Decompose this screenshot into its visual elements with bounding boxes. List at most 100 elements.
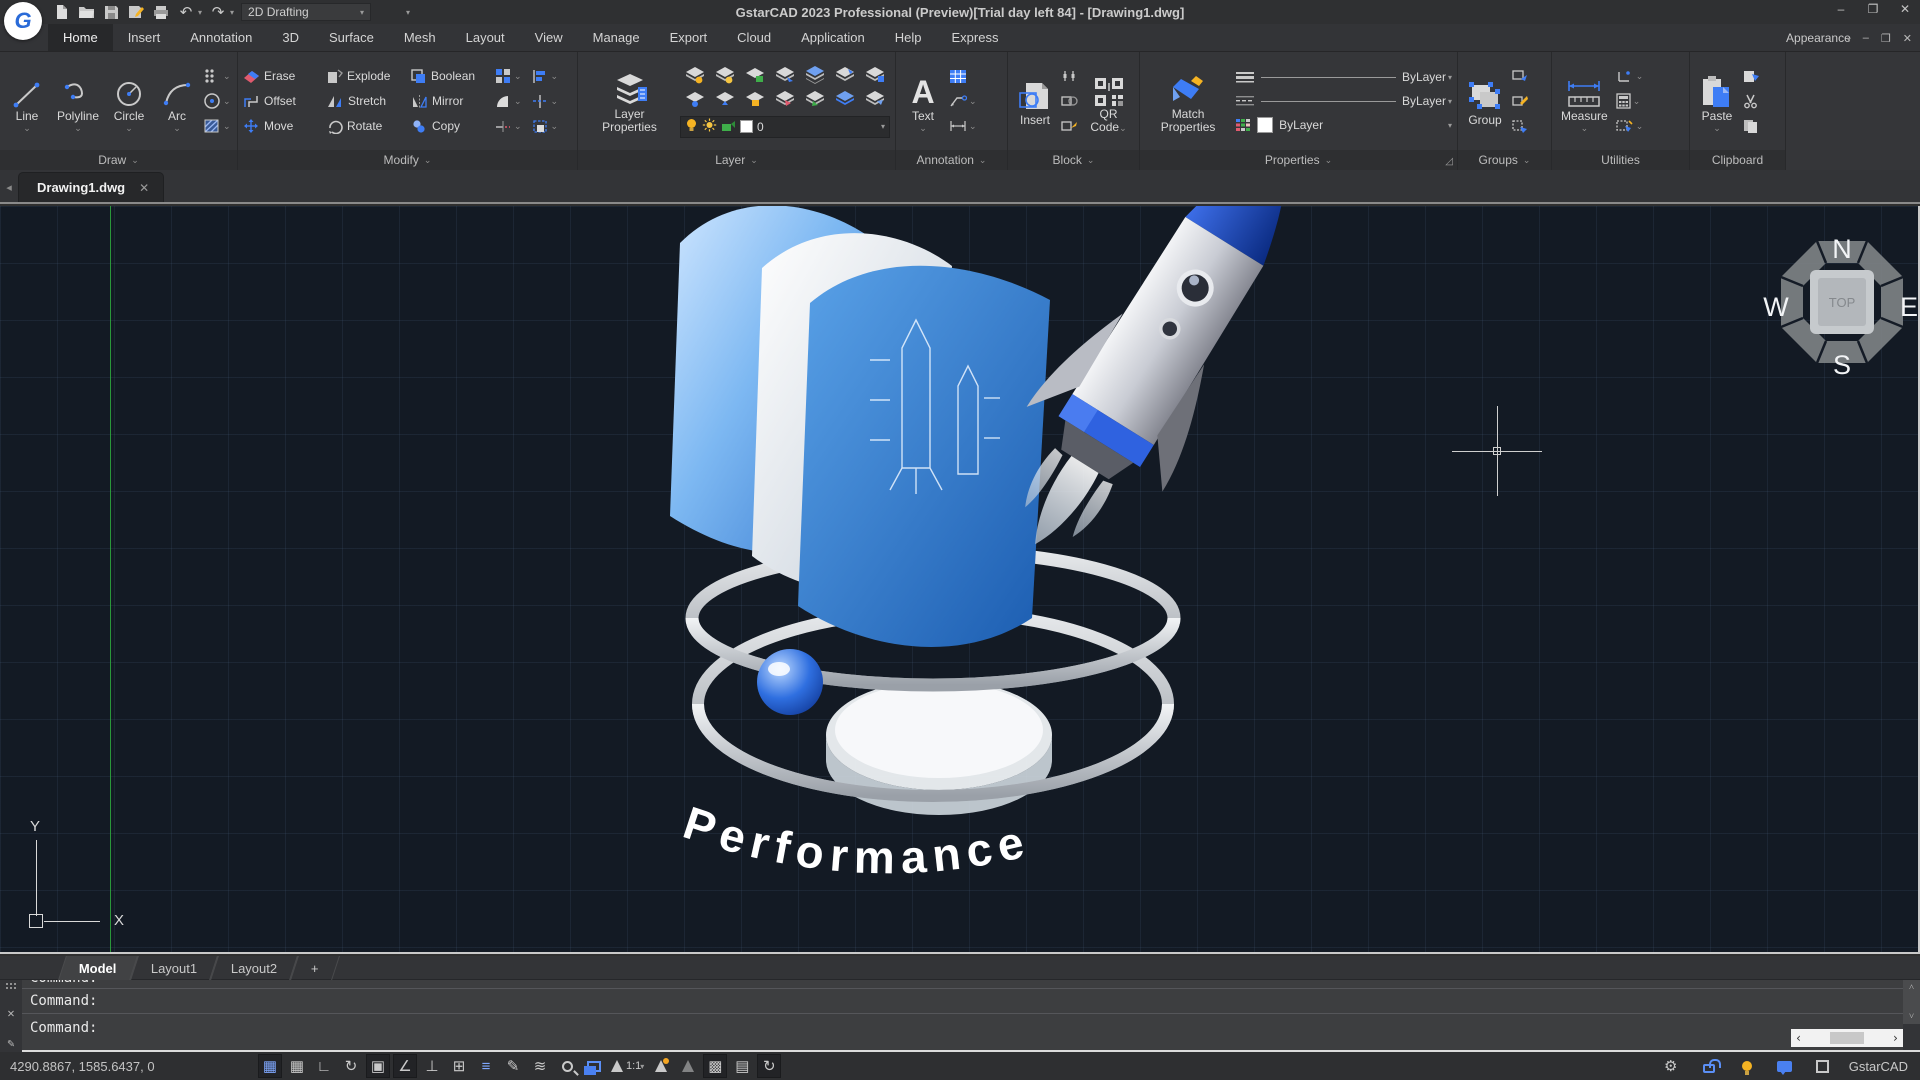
arc-button[interactable]: Arc ⌄ [155,57,199,145]
panel-label-utilities[interactable]: Utilities [1552,150,1689,170]
grid-toggle[interactable]: ▦ [285,1054,309,1078]
panel-label-layer[interactable]: Layer ⌄ [578,150,895,170]
command-grip-handle[interactable] [5,982,17,990]
ortho-toggle[interactable]: ∟ [312,1054,336,1078]
tab-home[interactable]: Home [48,24,113,51]
panel-label-modify[interactable]: Modify ⌄ [238,150,577,170]
layer-thaw-icon[interactable] [713,89,737,112]
layer-merge-icon[interactable] [833,89,857,112]
id-point-button[interactable]: ⌄ [1616,66,1643,86]
tab-cloud[interactable]: Cloud [722,24,786,51]
layer-dropdown-icon[interactable]: ▾ [881,122,885,131]
object-snap-tracking-toggle[interactable]: ∠ [393,1054,417,1078]
tab-express[interactable]: Express [937,24,1014,51]
layer-isolate-icon[interactable] [803,65,827,88]
scroll-up-icon[interactable]: ˄ [1909,982,1914,993]
layer-copy-icon[interactable] [833,65,857,88]
line-button[interactable]: Line ⌄ [5,57,49,145]
properties-palette-toggle[interactable]: ▤ [730,1054,754,1078]
tab-close-icon[interactable]: ✕ [139,181,149,195]
attribute-define-button[interactable] [1061,66,1079,86]
paste-button[interactable]: Paste ⌄ [1695,57,1739,145]
layer-on-icon[interactable] [683,89,707,112]
lineweight-toggle[interactable]: ≡ [474,1054,498,1078]
qat-customize-icon[interactable]: ▾ [406,8,410,17]
group-edit-button[interactable] [1511,91,1529,111]
boolean-button[interactable]: Boolean [411,65,485,87]
rotate-button[interactable]: Rotate [327,115,401,137]
lineweight-select[interactable]: ByLayer ▾ [1235,67,1452,87]
layer-freeze-icon[interactable] [713,65,737,88]
scroll-down-icon[interactable]: ˅ [1909,1011,1914,1022]
tab-layout2[interactable]: Layout2 [209,955,298,980]
tab-help[interactable]: Help [880,24,937,51]
align-tool-button[interactable]: ⌄ [532,66,558,86]
dynamic-input-toggle[interactable]: ⊞ [447,1054,471,1078]
layer-properties-button[interactable]: Layer Properties [583,57,676,145]
array-tool-button[interactable]: ⌄ [495,66,522,86]
tab-annotation[interactable]: Annotation [175,24,267,51]
linetype-select[interactable]: ByLayer ▾ [1235,91,1452,111]
explode-button[interactable]: Explode [327,65,401,87]
quick-select-button[interactable]: ⌄ [1616,116,1643,136]
annotation-visibility-toggle[interactable] [649,1054,673,1078]
tab-surface[interactable]: Surface [314,24,389,51]
close-button[interactable]: ✕ [1896,2,1914,16]
scroll-right-icon[interactable]: › [1892,1031,1899,1045]
text-button[interactable]: A Text ⌄ [901,57,945,145]
panel-label-properties[interactable]: Properties ⌄ ◿ [1140,150,1457,170]
layer-prev-icon[interactable] [803,89,827,112]
dimension-tool-button[interactable]: ⌄ [949,116,977,136]
block-edit-button[interactable] [1061,91,1079,111]
break-tool-button[interactable]: ⌄ [532,91,558,111]
color-select[interactable]: ByLayer ▾ [1235,115,1452,135]
stretch-button[interactable]: Stretch [327,90,401,112]
annotation-scale-select[interactable]: 1:1 ▾ [609,1054,646,1078]
tab-view[interactable]: View [520,24,578,51]
open-file-icon[interactable] [77,3,95,21]
tab-layout[interactable]: Layout [451,24,520,51]
doc-close-button[interactable]: ✕ [1903,32,1912,45]
settings-gear-icon[interactable]: ⚙ [1659,1054,1683,1078]
view-cube-north[interactable]: N [1832,234,1852,264]
tab-3d[interactable]: 3D [267,24,314,51]
viewport-toggle[interactable] [582,1054,606,1078]
match-properties-button[interactable]: Match Properties [1145,57,1231,145]
layer-current-icon[interactable] [863,65,887,88]
tab-insert[interactable]: Insert [113,24,176,51]
command-vertical-scrollbar[interactable]: ˄ ˅ [1903,980,1920,1024]
quick-properties-toggle[interactable]: ✎ [501,1054,525,1078]
tab-application[interactable]: Application [786,24,880,51]
isolate-objects-toggle[interactable]: ≋ [528,1054,552,1078]
trim-tool-button[interactable]: ⌄ [495,116,522,136]
layer-walk-icon[interactable] [773,65,797,88]
layer-match-icon[interactable] [773,89,797,112]
object-snap-toggle[interactable]: ▣ [366,1054,390,1078]
command-close-icon[interactable]: ✕ [7,1006,14,1020]
document-tab-drawing1[interactable]: Drawing1.dwg ✕ [18,172,165,202]
save-as-icon[interactable] [127,3,145,21]
sync-toggle[interactable]: ↻ [757,1054,782,1078]
redo-button[interactable]: ↷ [209,3,227,21]
panel-label-groups[interactable]: Groups ⌄ [1458,150,1551,170]
auto-annotation-toggle[interactable] [676,1054,700,1078]
measure-button[interactable]: Measure ⌄ [1557,57,1612,145]
erase-button[interactable]: Erase [243,65,317,87]
appearance-dropdown[interactable]: Appearance▾ [1786,31,1851,45]
tab-scroll-left-icon[interactable]: ◂ [0,181,18,202]
group-button[interactable]: Group [1463,57,1507,145]
layer-unlock-icon[interactable] [743,65,767,88]
copy-with-basepoint-button[interactable] [1743,116,1760,136]
tips-bulb-icon[interactable] [1735,1054,1759,1078]
tab-manage[interactable]: Manage [578,24,655,51]
undo-dropdown-icon[interactable]: ▾ [198,8,202,17]
view-cube-east[interactable]: E [1900,292,1918,322]
command-input-line[interactable]: Command: [22,1014,1903,1042]
insert-block-button[interactable]: Insert [1013,57,1057,145]
layer-dropdown[interactable]: 0 ▾ [680,115,890,138]
preview-zoom-toggle[interactable] [555,1054,579,1078]
redo-dropdown-icon[interactable]: ▾ [230,8,234,17]
doc-restore-button[interactable]: ❐ [1881,32,1891,45]
command-window[interactable]: ✕ ✎ Command: Command: Command: ˄ ˅ ‹ › [0,980,1920,1052]
feedback-icon[interactable] [1773,1054,1797,1078]
